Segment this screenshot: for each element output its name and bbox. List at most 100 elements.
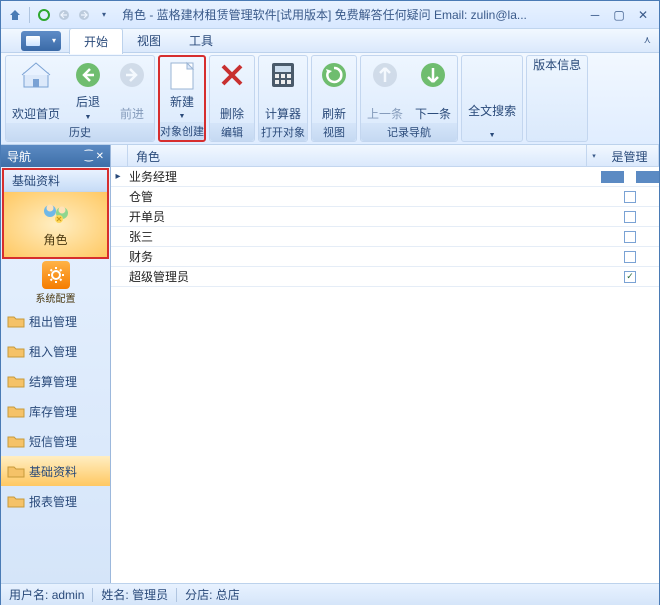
titlebar: ▾ 角色 - 蓝格建材租赁管理软件[试用版本] 免费解答任何疑问 Email: … — [1, 1, 659, 29]
maximize-button[interactable]: ▢ — [607, 6, 631, 24]
delete-icon — [216, 59, 248, 91]
prev-icon — [369, 59, 401, 91]
new-icon — [166, 60, 198, 92]
grid-header: 角色 ▾ 是管理员 — [111, 145, 659, 167]
table-row[interactable]: 仓管 — [111, 187, 659, 207]
ribbon-btn-删除[interactable]: 删除 — [210, 56, 254, 123]
col-menu-icon[interactable]: ▾ — [587, 145, 601, 166]
refresh-icon[interactable] — [36, 7, 52, 23]
cell-admin[interactable] — [601, 271, 659, 283]
nav-item-label: 基础资料 — [29, 463, 77, 480]
ribbon-group-label: 历史 — [6, 123, 154, 141]
table-row[interactable]: 开单员 — [111, 207, 659, 227]
folder-icon — [7, 404, 25, 418]
ribbon-group-label: 编辑 — [210, 123, 254, 141]
main-area: 导航 ⁐ ✕ 基础资料 角色 系统配置 租出管理租入管理结算管理库存管理短信管理… — [1, 145, 659, 583]
status-name-label: 姓名: — [101, 586, 128, 603]
menu-tab-1[interactable]: 视图 — [123, 28, 175, 54]
nav-panel: 导航 ⁐ ✕ 基础资料 角色 系统配置 租出管理租入管理结算管理库存管理短信管理… — [1, 145, 110, 583]
ribbon-btn-label: 后退 — [76, 96, 100, 109]
nav-header: 导航 ⁐ ✕ — [1, 145, 110, 167]
checkbox-icon[interactable] — [624, 171, 636, 183]
ribbon-btn-全文搜索[interactable]: 全文搜索 ▼ — [462, 56, 522, 141]
status-user: admin — [52, 588, 85, 602]
ribbon-group-6: 全文搜索 ▼ — [461, 55, 523, 142]
nav-settings-button[interactable]: 系统配置 — [1, 260, 110, 306]
ribbon-btn-新建[interactable]: 新建 ▼ — [160, 57, 204, 122]
table-row[interactable]: ▸业务经理 — [111, 167, 659, 187]
table-row[interactable]: 张三 — [111, 227, 659, 247]
ribbon-minimize-icon[interactable]: ⋏ — [644, 35, 651, 46]
nav-item-1[interactable]: 租入管理 — [1, 336, 110, 366]
status-branch-label: 分店: — [185, 586, 212, 603]
folder-icon — [7, 374, 25, 388]
home-icon[interactable] — [7, 7, 23, 23]
ribbon-btn-刷新[interactable]: 刷新 — [312, 56, 356, 123]
ribbon-btn-计算器[interactable]: 计算器 — [259, 56, 307, 123]
next-record-icon — [76, 7, 92, 23]
dropdown-icon: ▼ — [489, 132, 496, 139]
ribbon-btn-label: 全文搜索 — [468, 105, 516, 118]
nav-list: 租出管理租入管理结算管理库存管理短信管理基础资料报表管理 — [1, 306, 110, 583]
ribbon-group-label: 视图 — [312, 123, 356, 141]
cell-admin[interactable] — [601, 231, 659, 243]
checkbox-icon[interactable] — [624, 211, 636, 223]
nav-pin-icon[interactable]: ⁐ ✕ — [85, 151, 104, 162]
cell-role: 开单员 — [125, 208, 587, 225]
minimize-button[interactable]: ─ — [583, 6, 607, 24]
col-admin[interactable]: 是管理员 — [601, 145, 659, 166]
nav-item-6[interactable]: 报表管理 — [1, 486, 110, 516]
ribbon-btn-下一条[interactable]: 下一条 — [409, 56, 457, 123]
folder-icon — [7, 434, 25, 448]
menu-tab-2[interactable]: 工具 — [175, 28, 227, 54]
table-row[interactable]: 财务 — [111, 247, 659, 267]
close-button[interactable]: ✕ — [631, 6, 655, 24]
forward-icon — [116, 59, 148, 91]
separator — [29, 7, 30, 23]
dropdown-icon: ▼ — [179, 113, 186, 120]
ribbon-group-7: 版本信息 — [526, 55, 588, 142]
nav-item-4[interactable]: 短信管理 — [1, 426, 110, 456]
checkbox-icon[interactable] — [624, 271, 636, 283]
separator — [92, 588, 93, 602]
nav-item-label: 结算管理 — [29, 373, 77, 390]
table-row[interactable]: 超级管理员 — [111, 267, 659, 287]
content-grid: 角色 ▾ 是管理员 ▸业务经理仓管开单员张三财务超级管理员 — [110, 145, 659, 583]
search-icon — [476, 59, 508, 91]
ribbon-group-label: 记录导航 — [361, 123, 457, 141]
cell-role: 财务 — [125, 248, 587, 265]
nav-item-5[interactable]: 基础资料 — [1, 456, 110, 486]
ribbon-btn-欢迎首页[interactable]: 欢迎首页 — [6, 56, 66, 123]
ribbon-group-4: 刷新视图 — [311, 55, 357, 142]
nav-item-3[interactable]: 库存管理 — [1, 396, 110, 426]
app-menu-button[interactable] — [21, 31, 61, 51]
folder-icon — [7, 344, 25, 358]
nav-section-head[interactable]: 基础资料 — [4, 170, 107, 192]
gear-icon — [42, 261, 70, 289]
ribbon-btn-后退[interactable]: 后退▼ — [66, 56, 110, 123]
users-icon — [39, 201, 73, 229]
checkbox-icon[interactable] — [624, 231, 636, 243]
cell-admin[interactable] — [601, 211, 659, 223]
nav-item-0[interactable]: 租出管理 — [1, 306, 110, 336]
cell-admin[interactable] — [601, 191, 659, 203]
menu-tab-0[interactable]: 开始 — [69, 28, 123, 54]
nav-role-label: 角色 — [43, 231, 67, 248]
checkbox-icon[interactable] — [624, 251, 636, 263]
status-name: 管理员 — [132, 586, 168, 603]
cell-admin[interactable] — [601, 251, 659, 263]
dropdown-icon[interactable]: ▾ — [96, 7, 112, 23]
nav-item-2[interactable]: 结算管理 — [1, 366, 110, 396]
col-role[interactable]: 角色 — [128, 145, 587, 166]
ribbon-btn-label: 下一条 — [415, 108, 451, 121]
cell-admin[interactable] — [601, 171, 659, 183]
ribbon-btn-label: 刷新 — [322, 108, 346, 121]
checkbox-icon[interactable] — [624, 191, 636, 203]
nav-role-button[interactable]: 角色 — [4, 192, 107, 257]
ribbon-btn-版本信息[interactable]: 版本信息 — [527, 56, 587, 141]
cell-role: 超级管理员 — [125, 268, 587, 285]
ribbon-btn-label: 计算器 — [265, 108, 301, 121]
nav-settings-label: 系统配置 — [36, 290, 76, 305]
ribbon-btn-label: 新建 — [170, 96, 194, 109]
ribbon-group-5: 上一条下一条记录导航 — [360, 55, 458, 142]
